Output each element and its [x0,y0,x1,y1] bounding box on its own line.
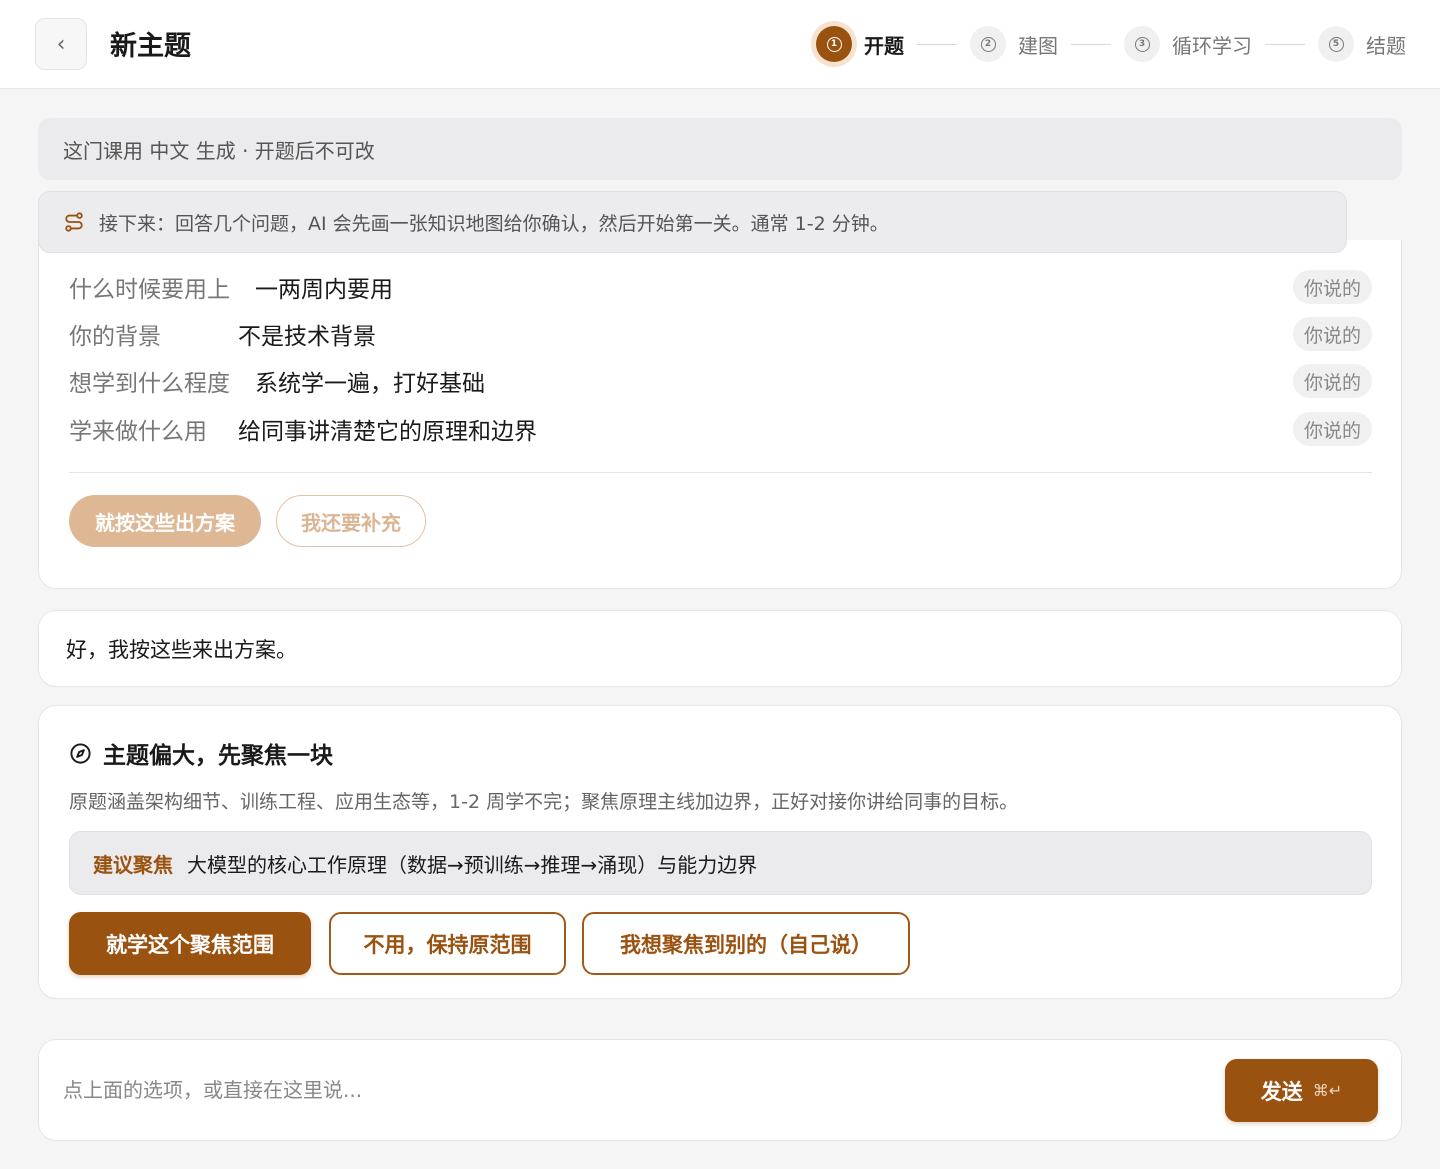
answer-key: 想学到什么程度 [69,371,230,397]
you-said-tag: 你说的 [1292,364,1372,398]
back-button[interactable]: ‹ [35,18,87,70]
step-connector [1071,43,1111,45]
step-number-badge: 3 [1124,26,1160,62]
page-title: 新主题 [110,31,191,62]
step-connector [1265,43,1305,45]
keep-scope-button[interactable]: 不用，保持原范围 [329,912,566,975]
custom-focus-button[interactable]: 我想聚焦到别的（自己说） [582,912,910,975]
next-steps-hint: 接下来：回答几个问题，AI 会先画一张知识地图给你确认，然后开始第一关。通常 1… [38,191,1347,253]
chevron-left-icon: ‹ [56,31,66,57]
suggested-focus-box: 建议聚焦 大模型的核心工作原理（数据→预训练→推理→涌现）与能力边界 [69,831,1372,895]
suggest-text: 大模型的核心工作原理（数据→预训练→推理→涌现）与能力边界 [187,852,758,877]
step-label: 循环学习 [1172,33,1252,58]
step-jieti[interactable]: 5 结题 [1318,26,1406,62]
step-number-badge: 1 [816,26,852,62]
answer-key: 你的背景 [69,324,161,350]
step-xunhuan[interactable]: 3 循环学习 [1124,26,1252,62]
focus-title: 主题偏大，先聚焦一块 [103,743,333,769]
focus-header: 主题偏大，先聚焦一块 [69,736,333,770]
focus-description: 原题涵盖架构细节、训练工程、应用生态等，1-2 周学不完；聚焦原理主线加边界，正… [69,791,1019,813]
message-composer: 发送 ⌘↵ [38,1039,1402,1141]
language-banner: 这门课用 中文 生成 · 开题后不可改 [38,118,1402,180]
step-number-badge: 5 [1318,26,1354,62]
answer-value: 一两周内要用 [255,277,393,303]
assistant-message: 好，我按这些来出方案。 [38,610,1402,687]
accept-focus-button[interactable]: 就学这个聚焦范围 [69,912,311,975]
step-label: 结题 [1366,33,1406,58]
compass-icon [70,742,91,764]
suggest-tag: 建议聚焦 [93,852,173,877]
message-input[interactable] [63,1070,1203,1110]
step-kaiti[interactable]: 1 开题 [816,26,904,62]
progress-steps: 1 开题 2 建图 3 循环学习 5 结题 [816,22,1406,66]
confirm-plan-button[interactable]: 就按这些出方案 [69,495,261,547]
answers-summary-card: 什么时候要用上 一两周内要用 你说的 你的背景 不是技术背景 你说的 想学到什么… [38,240,1402,589]
add-more-button[interactable]: 我还要补充 [276,495,426,547]
answer-row: 什么时候要用上 一两周内要用 你说的 [69,267,1372,307]
step-label: 建图 [1018,33,1058,58]
you-said-tag: 你说的 [1292,412,1372,446]
send-button[interactable]: 发送 ⌘↵ [1225,1059,1378,1122]
answer-key: 学来做什么用 [69,419,207,445]
message-text: 好，我按这些来出方案。 [66,637,297,662]
answer-value: 不是技术背景 [238,324,376,350]
answer-row: 你的背景 不是技术背景 你说的 [69,314,1372,354]
answer-value: 给同事讲清楚它的原理和边界 [238,419,537,445]
step-label: 开题 [864,33,904,58]
answer-row: 学来做什么用 给同事讲清楚它的原理和边界 你说的 [69,409,1372,449]
send-label: 发送 [1260,1079,1303,1104]
step-connector [917,43,957,45]
answer-value: 系统学一遍，打好基础 [255,371,485,397]
step-jiantu[interactable]: 2 建图 [970,26,1058,62]
divider [69,472,1372,473]
you-said-tag: 你说的 [1292,270,1372,304]
answer-key: 什么时候要用上 [69,277,230,303]
step-number-badge: 2 [970,26,1006,62]
you-said-tag: 你说的 [1292,317,1372,351]
focus-suggestion-card: 主题偏大，先聚焦一块 原题涵盖架构细节、训练工程、应用生态等，1-2 周学不完；… [38,705,1402,999]
shortcut-hint: ⌘↵ [1312,1081,1343,1100]
hint-text: 接下来：回答几个问题，AI 会先画一张知识地图给你确认，然后开始第一关。通常 1… [99,212,889,235]
answer-row: 想学到什么程度 系统学一遍，打好基础 你说的 [69,361,1372,401]
route-icon [65,212,83,232]
top-bar: ‹ 新主题 1 开题 2 建图 3 循环学习 5 结题 [0,0,1440,89]
